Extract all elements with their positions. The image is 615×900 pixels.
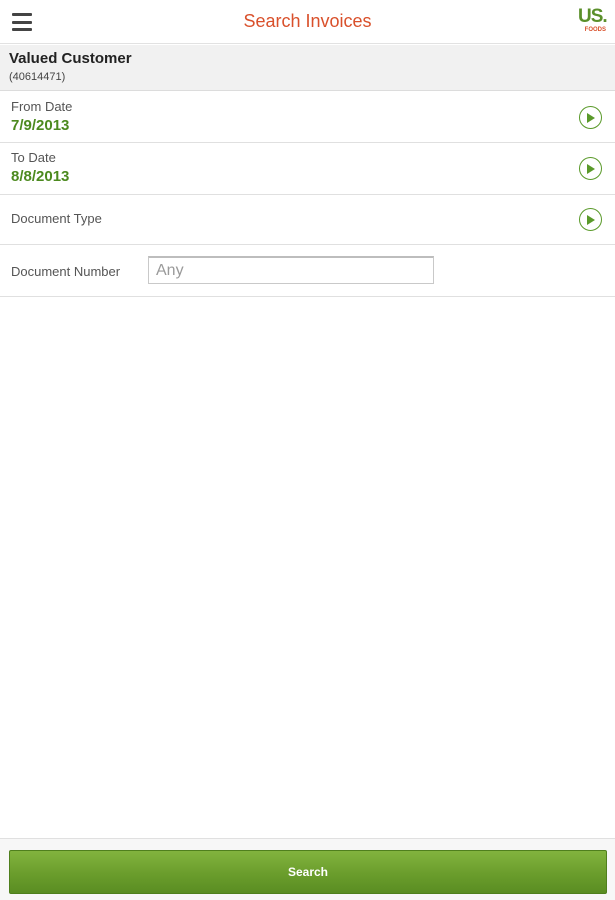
page-title: Search Invoices [243,11,372,31]
to-date-label: To Date [11,150,56,165]
customer-name: Valued Customer [9,50,132,67]
us-foods-logo: US. FOODS [578,6,608,37]
search-button[interactable]: Search [9,850,607,894]
bottom-bar: Search [0,838,615,900]
logo-main-text: US. [578,6,608,27]
document-number-label: Document Number [11,264,121,279]
app-root: Search Invoices US. FOODS Valued Custome… [0,0,615,900]
from-date-label: From Date [11,99,73,114]
document-number-row: Document Number [0,245,615,297]
customer-info: Valued Customer (40614471) [0,45,615,91]
to-date-value: 8/8/2013 [11,168,70,185]
customer-id: (40614471) [9,71,66,83]
document-type-label: Document Type [11,211,102,226]
play-triangle [587,112,595,123]
document-number-input[interactable] [148,256,434,284]
document-type-row[interactable]: Document Type [0,195,615,245]
play-arrow-icon[interactable] [579,208,602,231]
app-header: Search Invoices US. FOODS [0,0,615,44]
play-arrow-icon[interactable] [579,157,602,180]
play-arrow-icon[interactable] [579,106,602,129]
from-date-row[interactable]: From Date 7/9/2013 [0,92,615,143]
from-date-value: 7/9/2013 [11,117,70,134]
logo-sub-text: FOODS [584,27,606,33]
play-triangle [587,214,595,225]
play-triangle [587,163,595,174]
to-date-row[interactable]: To Date 8/8/2013 [0,143,615,195]
